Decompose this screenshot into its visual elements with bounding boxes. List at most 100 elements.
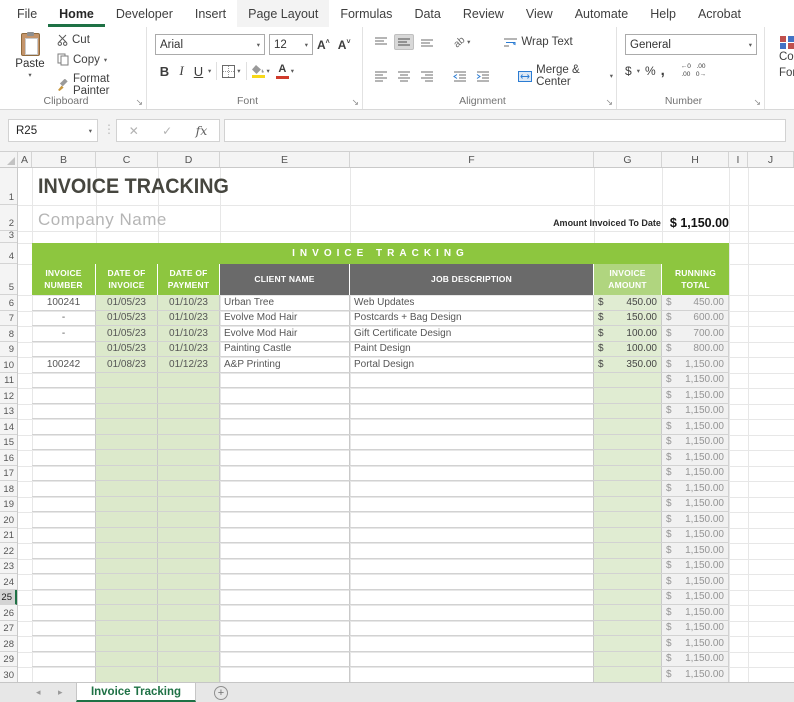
name-box[interactable]: R25 ▾ — [8, 119, 98, 142]
cell-running-total[interactable]: $1,150.00 — [662, 404, 729, 419]
cell-invoice-date[interactable] — [96, 667, 158, 682]
row-header-15[interactable]: 15 — [0, 435, 17, 451]
name-box-dropdown-icon[interactable]: ▾ — [89, 127, 92, 135]
cell-invoice-date[interactable] — [96, 435, 158, 450]
column-header-F[interactable]: F — [350, 152, 594, 167]
cell-payment-date[interactable]: 01/10/23 — [158, 326, 220, 341]
paste-button[interactable]: Paste ▾ — [8, 33, 52, 79]
cell-invoice-number[interactable] — [32, 512, 96, 527]
cell-job-description[interactable] — [350, 605, 594, 620]
cell-invoice-date[interactable] — [96, 466, 158, 481]
cell-client-name[interactable] — [220, 481, 350, 496]
row-header-29[interactable]: 29 — [0, 652, 17, 668]
percent-style-button[interactable]: % — [645, 64, 656, 78]
table-column-header[interactable]: CLIENT NAME — [220, 264, 350, 295]
cell-running-total[interactable]: $1,150.00 — [662, 559, 729, 574]
number-dialog-launcher-icon[interactable]: ↘ — [753, 98, 761, 107]
cell-running-total[interactable]: $1,150.00 — [662, 450, 729, 465]
cell-payment-date[interactable]: 01/12/23 — [158, 357, 220, 372]
cell-job-description[interactable] — [350, 590, 594, 605]
cell-running-total[interactable]: $1,150.00 — [662, 652, 729, 667]
cell-running-total[interactable]: $450.00 — [662, 295, 729, 310]
menu-tab-file[interactable]: File — [6, 0, 48, 27]
row-header-30[interactable]: 30 — [0, 667, 17, 682]
cell-invoice-amount[interactable] — [594, 559, 662, 574]
column-header-G[interactable]: G — [594, 152, 662, 167]
row-header-18[interactable]: 18 — [0, 481, 17, 497]
cell-client-name[interactable] — [220, 574, 350, 589]
merge-center-dropdown-icon[interactable]: ▾ — [610, 72, 613, 80]
cell-invoice-date[interactable] — [96, 559, 158, 574]
increase-indent-button[interactable] — [473, 68, 493, 84]
cell-invoice-number[interactable] — [32, 497, 96, 512]
cell-invoice-number[interactable] — [32, 543, 96, 558]
cell-invoice-date[interactable] — [96, 497, 158, 512]
number-format-select[interactable]: General▾ — [625, 34, 757, 55]
menu-tab-data[interactable]: Data — [403, 0, 451, 27]
cell-client-name[interactable] — [220, 543, 350, 558]
cell-job-description[interactable] — [350, 373, 594, 388]
menu-tab-help[interactable]: Help — [639, 0, 687, 27]
cell-client-name[interactable] — [220, 373, 350, 388]
cell-running-total[interactable]: $1,150.00 — [662, 419, 729, 434]
align-center-button[interactable] — [394, 68, 414, 84]
cell-invoice-date[interactable]: 01/08/23 — [96, 357, 158, 372]
cell-invoice-number[interactable]: 100241 — [32, 295, 96, 310]
cell-payment-date[interactable] — [158, 497, 220, 512]
cell-running-total[interactable]: $1,150.00 — [662, 621, 729, 636]
cell-invoice-amount[interactable] — [594, 450, 662, 465]
cell-running-total[interactable]: $1,150.00 — [662, 636, 729, 651]
cell-payment-date[interactable] — [158, 605, 220, 620]
cell-client-name[interactable]: Evolve Mod Hair — [220, 311, 350, 326]
cell-invoice-amount[interactable]: $150.00 — [594, 311, 662, 326]
cell-running-total[interactable]: $1,150.00 — [662, 373, 729, 388]
cell-invoice-number[interactable]: 100242 — [32, 357, 96, 372]
row-header-11[interactable]: 11 — [0, 373, 17, 389]
row-header-24[interactable]: 24 — [0, 574, 17, 590]
align-left-button[interactable] — [371, 68, 391, 84]
row-header-19[interactable]: 19 — [0, 497, 17, 513]
row-header-12[interactable]: 12 — [0, 388, 17, 404]
cell-invoice-number[interactable] — [32, 559, 96, 574]
cell-invoice-number[interactable] — [32, 636, 96, 651]
row-header-4[interactable]: 4 — [0, 243, 17, 264]
menu-tab-formulas[interactable]: Formulas — [329, 0, 403, 27]
decrease-font-size-button[interactable]: A˅ — [334, 38, 355, 52]
cell-client-name[interactable] — [220, 559, 350, 574]
cell-invoice-amount[interactable] — [594, 435, 662, 450]
comma-style-button[interactable]: , — [661, 62, 665, 79]
cell-job-description[interactable] — [350, 574, 594, 589]
row-header-14[interactable]: 14 — [0, 419, 17, 435]
cell-client-name[interactable] — [220, 636, 350, 651]
borders-dropdown-icon[interactable]: ▾ — [237, 67, 240, 75]
cell-invoice-number[interactable] — [32, 574, 96, 589]
fill-color-dropdown-icon[interactable]: ▾ — [267, 67, 270, 75]
table-column-header[interactable]: DATE OF PAYMENT — [158, 264, 220, 295]
cell-job-description[interactable] — [350, 481, 594, 496]
cell-job-description[interactable]: Web Updates — [350, 295, 594, 310]
cell-client-name[interactable]: Evolve Mod Hair — [220, 326, 350, 341]
accounting-format-button[interactable]: $ — [625, 64, 632, 78]
cell-job-description[interactable] — [350, 419, 594, 434]
table-column-header[interactable]: INVOICE NUMBER — [32, 264, 96, 295]
row-header-28[interactable]: 28 — [0, 636, 17, 652]
formula-input[interactable] — [224, 119, 786, 142]
cell-payment-date[interactable] — [158, 543, 220, 558]
cell-job-description[interactable] — [350, 512, 594, 527]
cell-job-description[interactable]: Gift Certificate Design — [350, 326, 594, 341]
align-top-button[interactable] — [371, 34, 391, 50]
cell-invoice-date[interactable] — [96, 512, 158, 527]
column-header-C[interactable]: C — [96, 152, 158, 167]
cell-invoice-date[interactable]: 01/05/23 — [96, 295, 158, 310]
cell-invoice-date[interactable] — [96, 450, 158, 465]
cell-invoice-date[interactable] — [96, 373, 158, 388]
cell-running-total[interactable]: $1,150.00 — [662, 497, 729, 512]
cell-job-description[interactable]: Paint Design — [350, 342, 594, 357]
cell-invoice-number[interactable] — [32, 466, 96, 481]
cell-invoice-number[interactable] — [32, 450, 96, 465]
row-header-10[interactable]: 10 — [0, 357, 17, 373]
cell-payment-date[interactable] — [158, 435, 220, 450]
decrease-decimal-button[interactable]: .000→ — [696, 63, 706, 78]
cell-job-description[interactable] — [350, 466, 594, 481]
copy-button[interactable]: Copy ▾ — [54, 51, 146, 68]
